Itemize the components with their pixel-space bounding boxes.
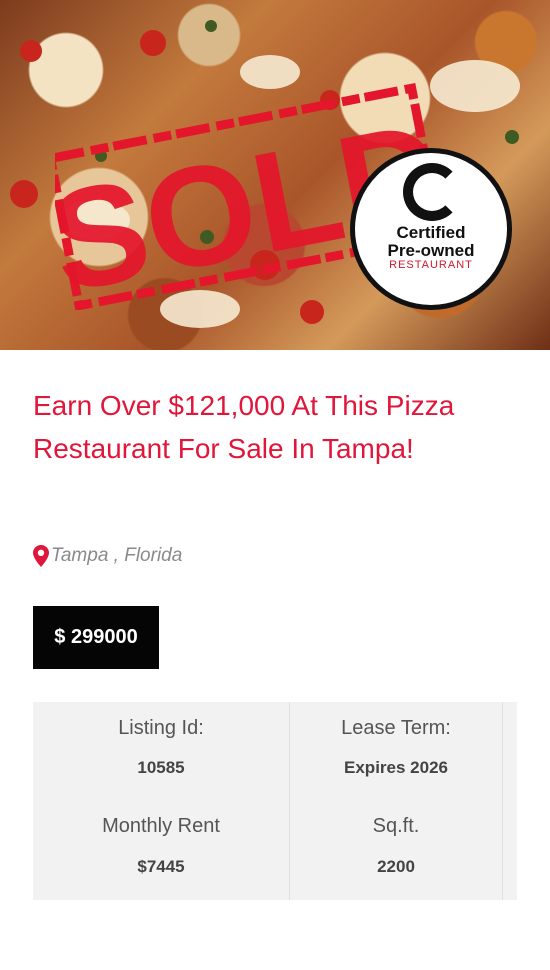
- pizza-topping: [10, 180, 38, 208]
- monthly-rent-label: Monthly Rent: [102, 815, 220, 837]
- certified-c-icon: [403, 163, 461, 221]
- badge-restaurant-text: RESTAURANT: [389, 259, 473, 271]
- monthly-rent-value: $7445: [137, 857, 185, 876]
- listing-location: Tampa , Florida: [33, 544, 182, 568]
- listing-card: SOLD Certified Pre-owned RESTAURANT Earn…: [0, 0, 550, 970]
- pizza-topping: [20, 40, 42, 62]
- badge-preowned-text: Pre-owned: [387, 241, 475, 260]
- details-column-1: Listing Id: 10585 Monthly Rent $7445: [33, 702, 290, 900]
- lease-term-value: Expires 2026: [344, 758, 448, 777]
- listing-photo[interactable]: SOLD Certified Pre-owned RESTAURANT: [0, 0, 550, 350]
- pizza-topping: [430, 60, 520, 112]
- certified-preowned-badge: Certified Pre-owned RESTAURANT: [350, 148, 512, 310]
- listing-title[interactable]: Earn Over $121,000 At This Pizza Restaur…: [33, 384, 523, 470]
- listing-id-value: 10585: [137, 758, 185, 777]
- price-badge: $ 299000: [33, 606, 159, 669]
- badge-certified-text: Certified: [396, 223, 466, 242]
- location-text: Tampa , Florida: [51, 545, 183, 566]
- lease-term-label: Lease Term:: [341, 717, 451, 739]
- map-pin-icon: [33, 545, 49, 567]
- pizza-topping: [505, 130, 519, 144]
- listing-details-grid: Listing Id: 10585 Monthly Rent $7445 Lea…: [33, 702, 517, 900]
- sqft-value: 2200: [377, 857, 415, 876]
- details-column-2: Lease Term: Expires 2026 Sq.ft. 2200: [290, 702, 503, 900]
- listing-id-label: Listing Id:: [118, 717, 204, 739]
- sqft-label: Sq.ft.: [372, 815, 420, 837]
- pizza-topping: [205, 20, 217, 32]
- details-column-3: [503, 702, 517, 900]
- pizza-topping: [140, 30, 166, 56]
